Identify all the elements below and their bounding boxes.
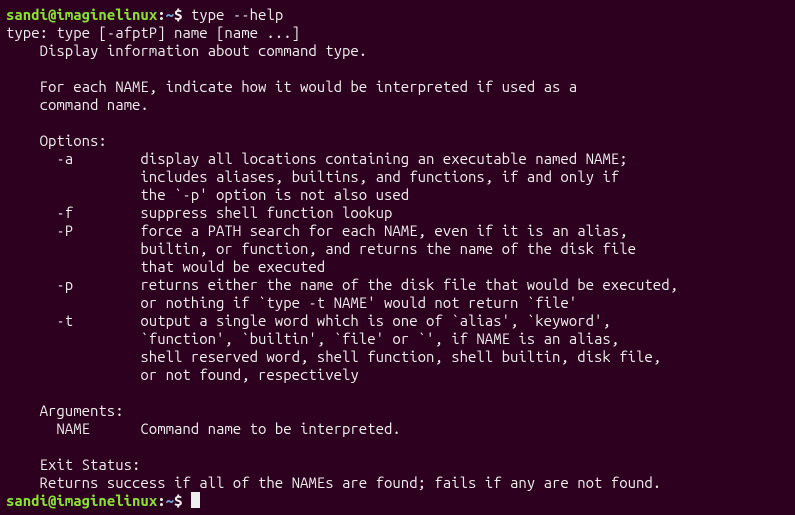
output-line: type: type [-afptP] name [name ...] [6, 24, 300, 41]
output-line: -a display all locations containing an e… [6, 150, 628, 167]
output-line: builtin, or function, and returns the na… [6, 240, 636, 257]
cursor-icon[interactable] [191, 492, 200, 508]
output-line: includes aliases, builtins, and function… [6, 168, 619, 185]
output-line [6, 384, 40, 401]
output-line: or nothing if `type -t NAME' would not r… [6, 294, 577, 311]
output-line: For each NAME, indicate how it would be … [6, 78, 577, 95]
prompt-user: sandi [6, 492, 48, 509]
output-line: -p returns either the name of the disk f… [6, 276, 678, 293]
prompt-host: imaginelinux [56, 6, 157, 23]
output-line: Exit Status: [6, 456, 140, 473]
output-line: Options: [6, 132, 107, 149]
prompt-user: sandi [6, 6, 48, 23]
output-line [6, 438, 40, 455]
output-line: that would be executed [6, 258, 325, 275]
output-line: `function', `builtin', `file' or `', if … [6, 330, 619, 347]
output-line: the `-p' option is not also used [6, 186, 409, 203]
output-line: shell reserved word, shell function, she… [6, 348, 661, 365]
output-line [6, 60, 40, 77]
prompt-dollar: $ [174, 492, 191, 509]
prompt-path: ~ [166, 492, 174, 509]
terminal[interactable]: sandi@imaginelinux:~$ type --help type: … [6, 6, 789, 510]
prompt-dollar: $ [174, 6, 191, 23]
prompt-host: imaginelinux [56, 492, 157, 509]
output-line: NAME Command name to be interpreted. [6, 420, 401, 437]
prompt-colon: : [157, 492, 165, 509]
output-line: command name. [6, 96, 149, 113]
command-input[interactable]: type --help [191, 6, 283, 23]
prompt-line-2: sandi@imaginelinux:~$ [6, 492, 200, 509]
output-line: -t output a single word which is one of … [6, 312, 611, 329]
prompt-colon: : [157, 6, 165, 23]
output-line: Returns success if all of the NAMEs are … [6, 474, 661, 491]
output-line: or not found, respectively [6, 366, 359, 383]
prompt-path: ~ [166, 6, 174, 23]
output-line: -f suppress shell function lookup [6, 204, 392, 221]
prompt-line-1: sandi@imaginelinux:~$ type --help [6, 6, 283, 23]
output-line: -P force a PATH search for each NAME, ev… [6, 222, 628, 239]
output-line: Display information about command type. [6, 42, 367, 59]
output-line [6, 114, 40, 131]
output-line: Arguments: [6, 402, 124, 419]
